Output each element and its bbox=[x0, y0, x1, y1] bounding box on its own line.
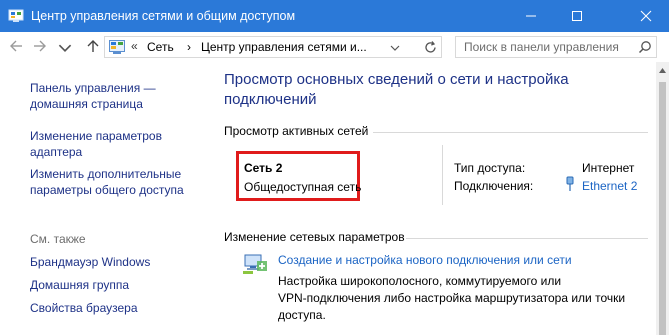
control-panel-icon bbox=[109, 40, 125, 54]
new-connection-icon bbox=[243, 254, 267, 274]
address-field[interactable]: « Сеть › Центр управления сетями и... bbox=[104, 36, 442, 58]
scroll-up-icon[interactable] bbox=[659, 68, 666, 73]
ethernet-connection-link[interactable]: Ethernet 2 bbox=[582, 179, 637, 193]
section-divider bbox=[373, 132, 648, 133]
breadcrumb-network-center[interactable]: Центр управления сетями и... bbox=[201, 40, 367, 54]
sidebar-item-label: параметры общего доступа bbox=[30, 183, 184, 197]
up-arrow-icon[interactable] bbox=[86, 39, 100, 53]
network-name: Сеть 2 bbox=[244, 161, 283, 175]
sidebar-item-label: адаптера bbox=[30, 145, 83, 159]
main-content: Просмотр основных сведений о сети и наст… bbox=[210, 62, 656, 335]
maximize-button[interactable] bbox=[554, 0, 600, 32]
breadcrumb-overflow[interactable]: « bbox=[131, 39, 138, 53]
search-input[interactable] bbox=[456, 37, 636, 57]
sidebar-item-label: Панель управления — bbox=[30, 81, 156, 95]
active-networks-heading: Просмотр активных сетей bbox=[224, 124, 369, 138]
refresh-icon[interactable] bbox=[423, 40, 438, 55]
control-panel-icon bbox=[8, 9, 24, 22]
sidebar-item-label: домашняя страница bbox=[30, 97, 143, 111]
breadcrumb-separator[interactable]: › bbox=[187, 40, 191, 54]
maximize-icon bbox=[572, 11, 582, 21]
chevron-down-icon[interactable] bbox=[390, 43, 400, 53]
vertical-scrollbar[interactable] bbox=[656, 62, 669, 335]
title-bar: Центр управления сетями и общим доступом bbox=[0, 0, 669, 32]
navigation-bar: « Сеть › Центр управления сетями и... bbox=[0, 32, 669, 62]
sidebar-item-adapter-settings[interactable]: Изменение параметров адаптера bbox=[30, 128, 162, 160]
ethernet-icon bbox=[566, 176, 574, 191]
scrollbar-thumb[interactable] bbox=[659, 82, 666, 335]
window-title: Центр управления сетями и общим доступом bbox=[31, 9, 296, 23]
sidebar-item-control-panel-home[interactable]: Панель управления — домашняя страница bbox=[30, 80, 156, 112]
setup-new-connection-link[interactable]: Создание и настройка нового подключения … bbox=[278, 253, 572, 267]
see-also-heading: См. также bbox=[30, 232, 86, 246]
minimize-button[interactable] bbox=[508, 0, 554, 32]
close-icon bbox=[640, 10, 652, 22]
sidebar-item-label: Изменить дополнительные bbox=[30, 167, 182, 181]
sidebar: Панель управления — домашняя страница Из… bbox=[0, 62, 210, 335]
forward-arrow-icon[interactable] bbox=[33, 39, 47, 53]
connections-label: Подключения: bbox=[454, 179, 534, 193]
breadcrumb-network[interactable]: Сеть bbox=[147, 40, 174, 54]
sidebar-item-windows-firewall[interactable]: Брандмауэр Windows bbox=[30, 254, 150, 270]
setup-new-connection-description: Настройка широкополосного, коммутируемог… bbox=[278, 274, 626, 322]
back-arrow-icon[interactable] bbox=[9, 39, 23, 53]
access-type-value: Интернет bbox=[582, 161, 635, 175]
network-type-link[interactable]: Общедоступная сеть bbox=[244, 180, 361, 194]
search-box bbox=[455, 36, 657, 58]
sidebar-item-internet-options[interactable]: Свойства браузера bbox=[30, 300, 138, 316]
sidebar-item-label: Изменение параметров bbox=[30, 129, 162, 143]
vertical-divider bbox=[442, 145, 443, 205]
section-divider bbox=[406, 238, 648, 239]
change-settings-heading: Изменение сетевых параметров bbox=[224, 230, 405, 244]
page-title: Просмотр основных сведений о сети и наст… bbox=[224, 71, 569, 108]
access-type-label: Тип доступа: bbox=[454, 161, 526, 175]
sidebar-item-homegroup[interactable]: Домашняя группа bbox=[30, 277, 129, 293]
close-button[interactable] bbox=[623, 0, 669, 32]
minimize-icon bbox=[526, 15, 536, 17]
sidebar-item-advanced-sharing[interactable]: Изменить дополнительные параметры общего… bbox=[30, 166, 184, 198]
chevron-down-icon[interactable] bbox=[58, 41, 72, 55]
search-icon[interactable] bbox=[638, 40, 652, 54]
